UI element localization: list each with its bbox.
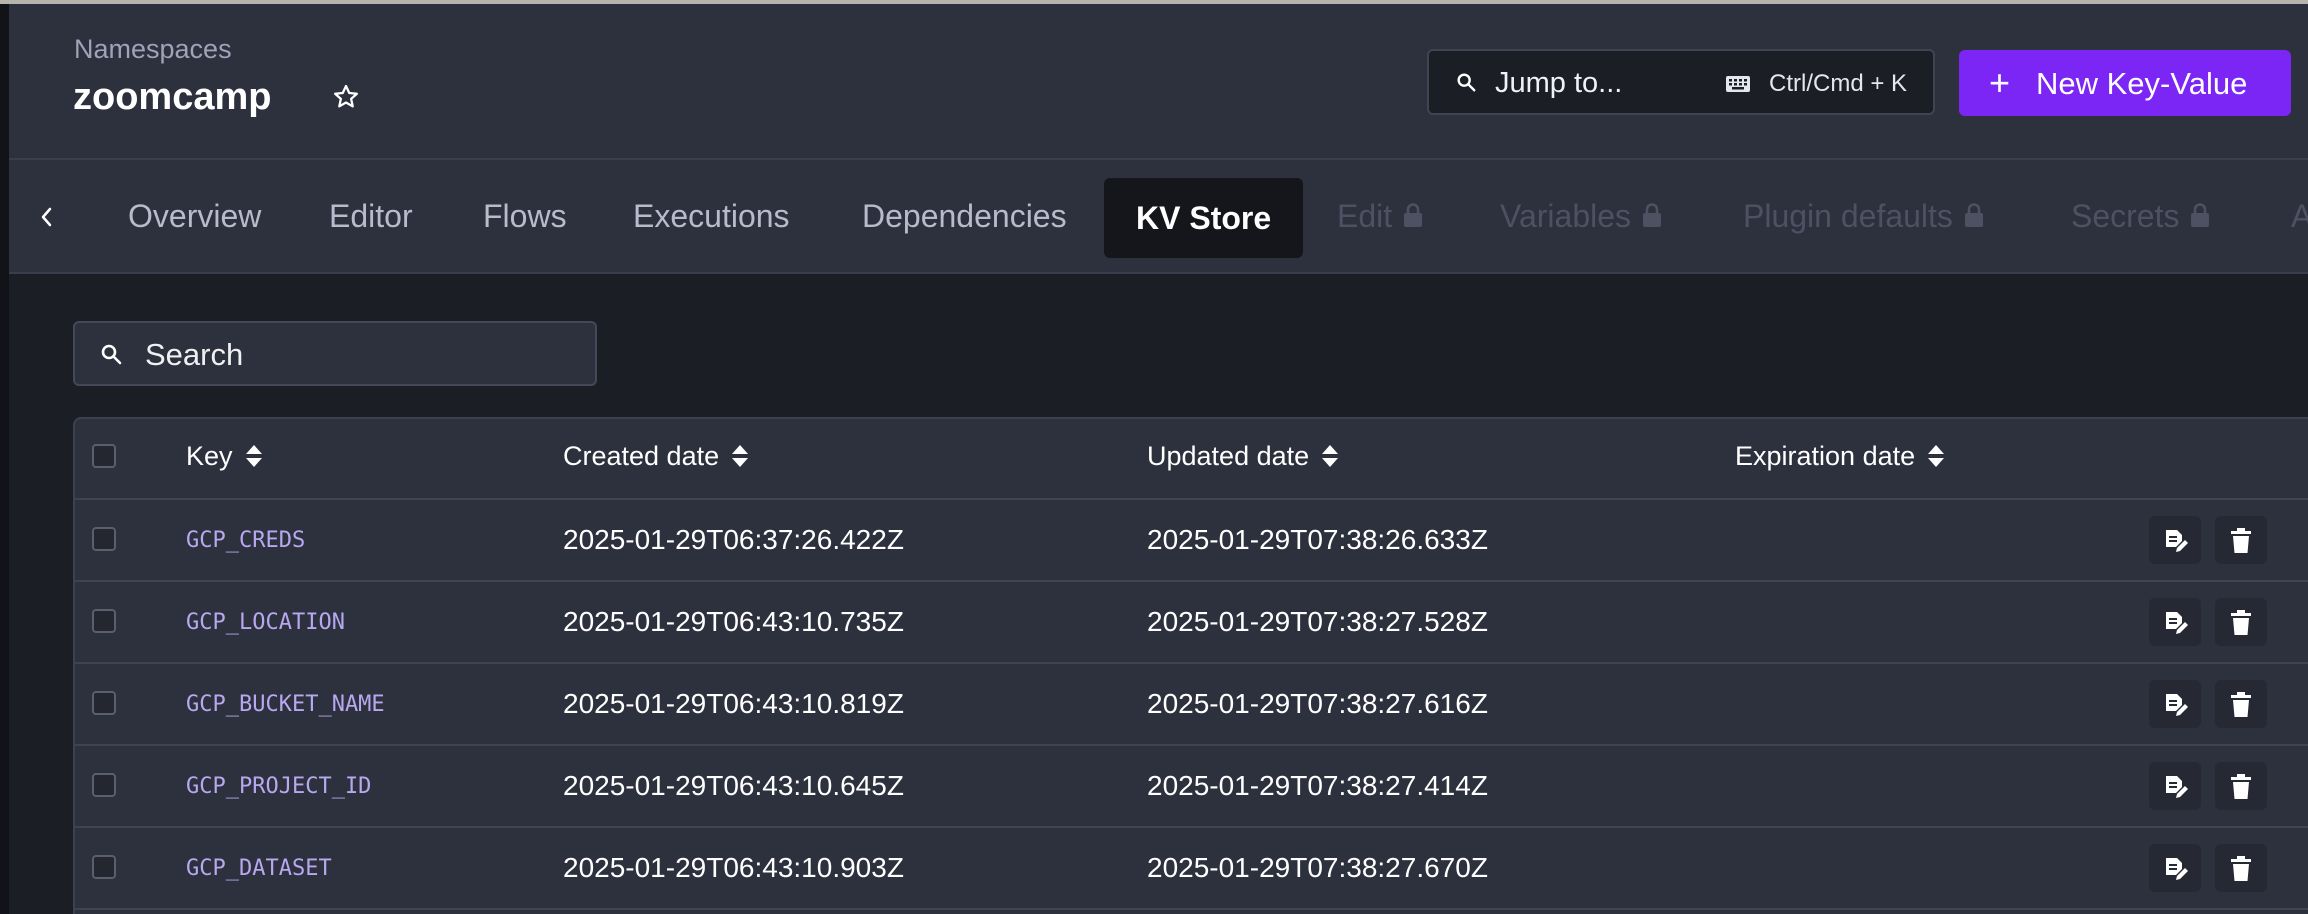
key-cell[interactable]: GCP_BUCKET_NAME <box>186 692 385 717</box>
sort-icon <box>245 444 262 467</box>
delete-button[interactable] <box>2215 844 2267 892</box>
tab-overflow-partial: A <box>2291 198 2308 234</box>
row-checkbox[interactable] <box>92 527 116 551</box>
table-row[interactable]: GCP_PROJECT_ID 2025-01-29T06:43:10.645Z … <box>75 746 2308 828</box>
file-edit-icon <box>2166 530 2188 552</box>
created-date-cell: 2025-01-29T06:37:26.422Z <box>563 524 904 555</box>
column-header-key[interactable]: Key <box>186 441 263 472</box>
search-placeholder: Search <box>145 337 244 372</box>
edit-button[interactable] <box>2149 516 2201 564</box>
plus-icon: + <box>1989 62 2011 103</box>
file-edit-icon <box>2166 776 2188 798</box>
tab-secrets: Secrets <box>2071 198 2211 235</box>
jump-to-label: Jump to... <box>1495 67 1623 99</box>
delete-button[interactable] <box>2215 680 2267 728</box>
key-cell[interactable]: GCP_CREDS <box>186 528 305 553</box>
updated-date-cell: 2025-01-29T07:38:27.528Z <box>1147 606 1488 637</box>
column-header-expiration[interactable]: Expiration date <box>1735 441 1945 472</box>
namespace-tabs: Overview Editor Flows Executions Depende… <box>9 160 2308 274</box>
edit-button[interactable] <box>2149 680 2201 728</box>
table-row[interactable]: GCP_CREDS 2025-01-29T06:37:26.422Z 2025-… <box>75 500 2308 582</box>
search-input[interactable]: Search <box>73 321 597 386</box>
lock-icon <box>1643 202 1662 227</box>
row-checkbox[interactable] <box>92 773 116 797</box>
tab-overview[interactable]: Overview <box>128 198 261 235</box>
lock-icon <box>1964 202 1983 227</box>
column-label: Expiration date <box>1735 441 1916 471</box>
table-header: Key Created date Updated date Expiration… <box>75 419 2308 500</box>
tab-variables-label: Variables <box>1500 198 1632 234</box>
select-all-checkbox[interactable] <box>92 444 116 468</box>
tab-secrets-label: Secrets <box>2071 198 2180 234</box>
new-key-value-button[interactable]: + New Key-Value <box>1959 50 2291 116</box>
edit-button[interactable] <box>2149 598 2201 646</box>
table-row[interactable]: GCP_BUCKET_NAME 2025-01-29T06:43:10.819Z… <box>75 664 2308 746</box>
search-icon <box>101 344 122 365</box>
created-date-cell: 2025-01-29T06:43:10.645Z <box>563 770 904 801</box>
created-date-cell: 2025-01-29T06:43:10.903Z <box>563 852 904 883</box>
left-sidebar-edge <box>0 4 9 914</box>
keyboard-icon <box>1726 76 1750 92</box>
trash-icon <box>2231 692 2251 717</box>
star-outline-icon[interactable] <box>331 82 361 112</box>
updated-date-cell: 2025-01-29T07:38:27.670Z <box>1147 852 1488 883</box>
chevron-left-icon[interactable] <box>37 204 57 230</box>
row-checkbox[interactable] <box>92 609 116 633</box>
key-cell[interactable]: GCP_DATASET <box>186 856 332 881</box>
file-edit-icon <box>2166 858 2188 880</box>
breadcrumb[interactable]: Namespaces <box>74 34 232 65</box>
file-edit-icon <box>2166 612 2188 634</box>
updated-date-cell: 2025-01-29T07:38:27.616Z <box>1147 688 1488 719</box>
edit-button[interactable] <box>2149 844 2201 892</box>
sort-icon <box>1928 444 1945 467</box>
updated-date-cell: 2025-01-29T07:38:27.414Z <box>1147 770 1488 801</box>
row-checkbox[interactable] <box>92 855 116 879</box>
created-date-cell: 2025-01-29T06:43:10.819Z <box>563 688 904 719</box>
tab-variables: Variables <box>1500 198 1663 235</box>
trash-icon <box>2231 528 2251 553</box>
lock-icon <box>2191 202 2210 227</box>
tab-kv-store[interactable]: KV Store <box>1104 178 1304 258</box>
tab-flows[interactable]: Flows <box>483 198 567 235</box>
lock-icon <box>1404 202 1423 227</box>
table-row[interactable]: GCP_DATASET 2025-01-29T06:43:10.903Z 202… <box>75 828 2308 910</box>
kv-table: Key Created date Updated date Expiration… <box>73 417 2308 914</box>
page-title: zoomcamp <box>73 76 272 118</box>
row-checkbox[interactable] <box>92 691 116 715</box>
sort-icon <box>732 444 749 467</box>
column-label: Key <box>186 441 233 471</box>
column-header-created[interactable]: Created date <box>563 441 749 472</box>
column-header-updated[interactable]: Updated date <box>1147 441 1339 472</box>
column-label: Created date <box>563 441 720 471</box>
created-date-cell: 2025-01-29T06:43:10.735Z <box>563 606 904 637</box>
tab-plugin-defaults: Plugin defaults <box>1743 198 1985 235</box>
tab-edit-label: Edit <box>1337 198 1393 234</box>
key-cell[interactable]: GCP_PROJECT_ID <box>186 774 371 799</box>
trash-icon <box>2231 610 2251 635</box>
keyboard-shortcut-hint: Ctrl/Cmd + K <box>1769 70 1908 97</box>
key-cell[interactable]: GCP_LOCATION <box>186 610 345 635</box>
edit-button[interactable] <box>2149 762 2201 810</box>
tab-plugin-defaults-label: Plugin defaults <box>1743 198 1953 234</box>
file-edit-icon <box>2166 694 2188 716</box>
delete-button[interactable] <box>2215 516 2267 564</box>
updated-date-cell: 2025-01-29T07:38:26.633Z <box>1147 524 1488 555</box>
table-row[interactable]: GCP_LOCATION 2025-01-29T06:43:10.735Z 20… <box>75 582 2308 664</box>
delete-button[interactable] <box>2215 598 2267 646</box>
column-label: Updated date <box>1147 441 1310 471</box>
trash-icon <box>2231 774 2251 799</box>
delete-button[interactable] <box>2215 762 2267 810</box>
page-header: Namespaces zoomcamp Jump to... Ctrl/Cmd … <box>9 4 2308 160</box>
tab-dependencies[interactable]: Dependencies <box>862 198 1067 235</box>
sort-icon <box>1322 444 1339 467</box>
trash-icon <box>2231 856 2251 881</box>
new-key-value-label: New Key-Value <box>2036 66 2248 101</box>
tab-editor[interactable]: Editor <box>329 198 413 235</box>
magnifier-icon <box>1457 73 1476 92</box>
tab-edit: Edit <box>1337 198 1424 235</box>
jump-to-search[interactable]: Jump to... Ctrl/Cmd + K <box>1427 49 1935 115</box>
tab-executions[interactable]: Executions <box>633 198 790 235</box>
